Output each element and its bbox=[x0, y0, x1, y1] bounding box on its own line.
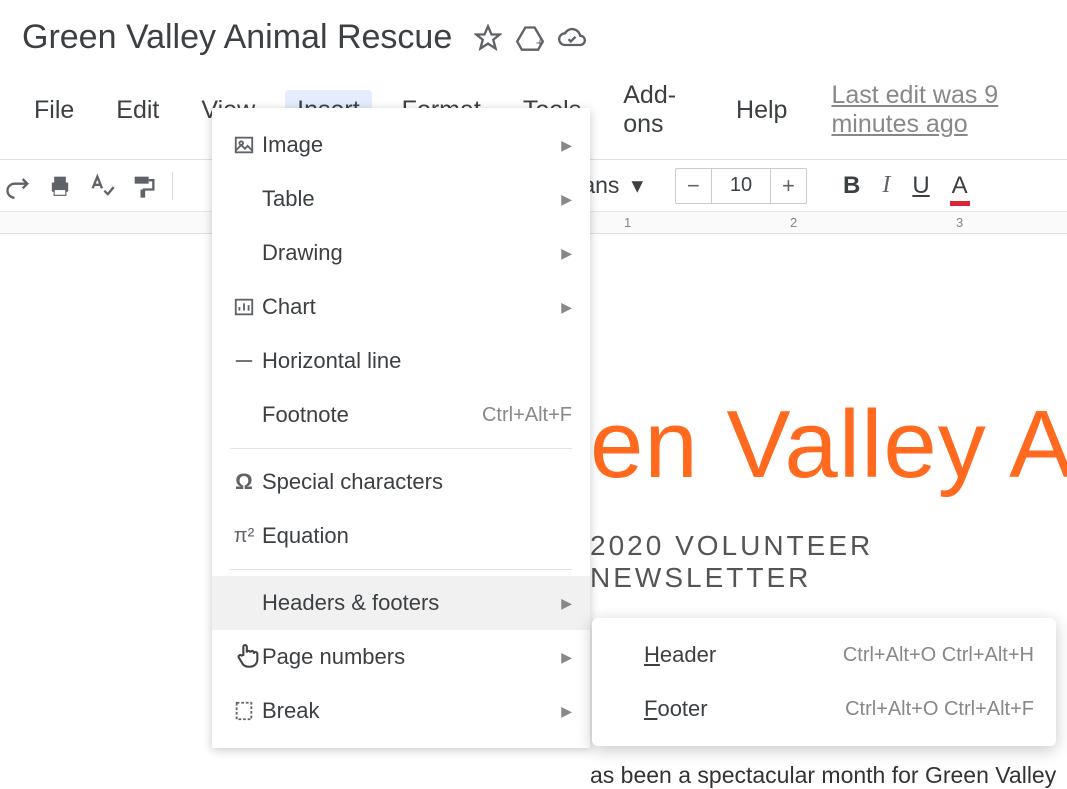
insert-image[interactable]: Image ▶ bbox=[212, 118, 590, 172]
document-heading[interactable]: en Valley Ani bbox=[590, 390, 1067, 500]
insert-page-numbers[interactable]: Page numbers ▶ bbox=[212, 630, 590, 684]
insert-special-characters[interactable]: Ω Special characters bbox=[212, 455, 590, 509]
insert-drawing[interactable]: Drawing ▶ bbox=[212, 226, 590, 280]
star-icon[interactable] bbox=[474, 24, 502, 52]
ruler-mark: 1 bbox=[624, 215, 631, 230]
insert-horizontal-line[interactable]: Horizontal line bbox=[212, 334, 590, 388]
submenu-arrow-icon: ▶ bbox=[561, 595, 572, 612]
underline-button[interactable]: U bbox=[912, 172, 929, 200]
redo-icon[interactable] bbox=[4, 172, 32, 200]
insert-table[interactable]: Table ▶ bbox=[212, 172, 590, 226]
insert-header[interactable]: Header Ctrl+Alt+O Ctrl+Alt+H bbox=[592, 628, 1056, 682]
document-canvas[interactable]: en Valley Ani 2020 VOLUNTEER NEWSLETTER … bbox=[590, 390, 1067, 594]
bold-button[interactable]: B bbox=[843, 172, 860, 200]
insert-headers-footers[interactable]: Headers & footers ▶ bbox=[212, 576, 590, 630]
last-edit-link[interactable]: Last edit was 9 minutes ago bbox=[831, 81, 1067, 139]
drive-icon[interactable]: + bbox=[516, 24, 544, 52]
toolbar-separator bbox=[172, 172, 173, 200]
headers-footers-submenu: Header Ctrl+Alt+O Ctrl+Alt+H Footer Ctrl… bbox=[592, 618, 1056, 746]
spellcheck-icon[interactable] bbox=[88, 172, 116, 200]
omega-icon: Ω bbox=[226, 469, 262, 495]
pi-icon: π² bbox=[226, 525, 262, 548]
submenu-arrow-icon: ▶ bbox=[561, 137, 572, 154]
insert-chart[interactable]: Chart ▶ bbox=[212, 280, 590, 334]
svg-text:+: + bbox=[536, 34, 544, 50]
submenu-arrow-icon: ▶ bbox=[561, 191, 572, 208]
submenu-arrow-icon: ▶ bbox=[561, 299, 572, 316]
menu-addons[interactable]: Add-ons bbox=[611, 75, 706, 145]
document-title[interactable]: Green Valley Animal Rescue bbox=[22, 18, 452, 57]
insert-footer[interactable]: Footer Ctrl+Alt+O Ctrl+Alt+F bbox=[592, 682, 1056, 736]
font-size-increase[interactable]: + bbox=[770, 169, 806, 203]
insert-menu-dropdown: Image ▶ Table ▶ Drawing ▶ Chart ▶ Horizo… bbox=[212, 108, 590, 748]
submenu-arrow-icon: ▶ bbox=[561, 245, 572, 262]
pointer-cursor-icon bbox=[234, 640, 262, 675]
break-icon bbox=[226, 700, 262, 722]
italic-button[interactable]: I bbox=[882, 172, 890, 199]
chart-icon bbox=[226, 296, 262, 318]
insert-footnote[interactable]: Footnote Ctrl+Alt+F bbox=[212, 388, 590, 442]
insert-equation[interactable]: π² Equation bbox=[212, 509, 590, 563]
chevron-down-icon: ▾ bbox=[631, 172, 643, 199]
submenu-arrow-icon: ▶ bbox=[561, 649, 572, 666]
menu-separator bbox=[230, 448, 572, 449]
document-paragraph[interactable]: as been a spectacular month for Green Va… bbox=[590, 762, 1056, 789]
menu-edit[interactable]: Edit bbox=[104, 90, 171, 131]
ruler-mark: 3 bbox=[956, 215, 963, 230]
document-subtitle[interactable]: 2020 VOLUNTEER NEWSLETTER bbox=[590, 530, 1067, 594]
hline-icon bbox=[226, 350, 262, 372]
text-color-button[interactable]: A bbox=[952, 172, 968, 200]
menu-help[interactable]: Help bbox=[724, 90, 799, 131]
font-size-stepper: − 10 + bbox=[675, 168, 807, 204]
cloud-saved-icon[interactable] bbox=[558, 24, 586, 52]
font-size-value[interactable]: 10 bbox=[712, 174, 770, 197]
font-size-decrease[interactable]: − bbox=[676, 169, 712, 203]
image-icon bbox=[226, 134, 262, 156]
print-icon[interactable] bbox=[46, 172, 74, 200]
insert-break[interactable]: Break ▶ bbox=[212, 684, 590, 738]
submenu-arrow-icon: ▶ bbox=[561, 703, 572, 720]
menu-file[interactable]: File bbox=[22, 90, 86, 131]
paint-format-icon[interactable] bbox=[130, 172, 158, 200]
menu-separator bbox=[230, 569, 572, 570]
ruler-mark: 2 bbox=[790, 215, 797, 230]
